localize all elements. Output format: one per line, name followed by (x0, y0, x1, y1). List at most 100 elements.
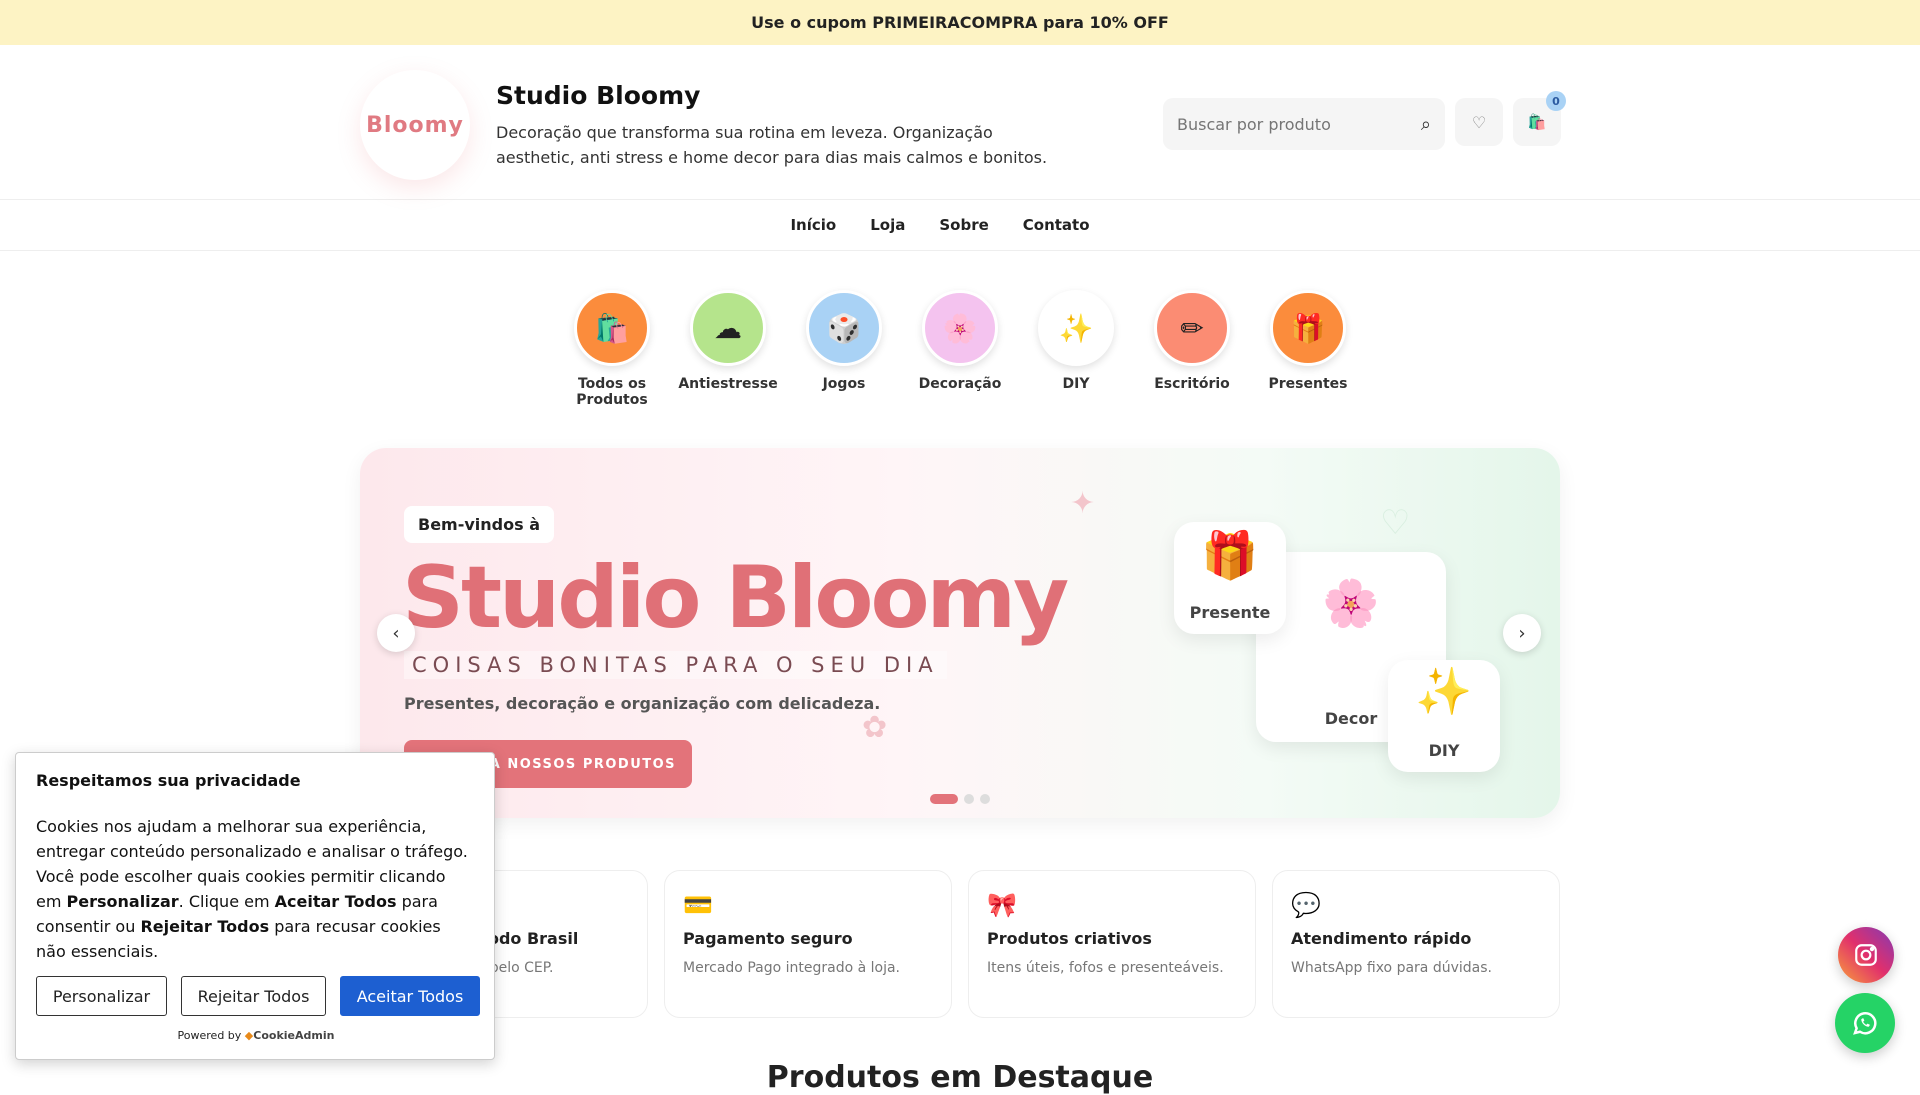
category-label: Decoração (918, 376, 1002, 392)
nav-item-sobre[interactable]: Sobre (939, 216, 988, 234)
announcement-bar: Use o cupom PRIMEIRACOMPRA para 10% OFF (0, 0, 1920, 45)
flower-decoration-icon: ✿ (862, 710, 888, 745)
shield-icon: ◆ (244, 1029, 254, 1042)
cookie-title: Respeitamos sua privacidade (36, 771, 301, 790)
cookie-text: . Clique em (178, 892, 275, 911)
feature-card: 💬 Atendimento rápido WhatsApp fixo para … (1272, 870, 1560, 1018)
nav-item-loja[interactable]: Loja (870, 216, 905, 234)
site-header: Bloomy Studio Bloomy Decoração que trans… (0, 45, 1920, 200)
cookie-customize-button[interactable]: Personalizar (36, 976, 167, 1016)
gift-icon: 🎁 (1270, 290, 1346, 366)
hero-title: Studio Bloomy (402, 548, 1069, 648)
category-label: Antiestresse (678, 376, 778, 392)
feature-title: Produtos criativos (987, 929, 1152, 948)
cart-button[interactable]: 🛍️ 0 (1513, 91, 1566, 146)
feature-desc: WhatsApp fixo para dúvidas. (1291, 960, 1492, 976)
main-nav: Início Loja Sobre Contato (0, 200, 1920, 251)
search-box: ⌕ (1163, 98, 1445, 150)
shopping-bag-icon: 🛍️ (1527, 113, 1547, 131)
instagram-button[interactable] (1838, 927, 1894, 983)
category-todos[interactable]: 🛍️ Todos os Produtos (554, 290, 670, 408)
cookie-body: Cookies nos ajudam a melhorar sua experi… (36, 814, 474, 964)
powered-by-brand[interactable]: CookieAdmin (253, 1029, 334, 1042)
sparkle-decoration-icon: ✦ (1070, 486, 1096, 521)
feature-desc: Mercado Pago integrado à loja. (683, 960, 901, 976)
cookie-consent-banner: Respeitamos sua privacidade Cookies nos … (15, 752, 495, 1060)
hero-tagline: COISAS BONITAS PARA O SEU DIA (404, 651, 947, 679)
whatsapp-button[interactable] (1835, 993, 1895, 1053)
category-label: Jogos (822, 376, 866, 392)
feature-card: 🎀 Produtos criativos Itens úteis, fofos … (968, 870, 1256, 1018)
flower-icon: 🌸 (1322, 576, 1380, 630)
category-antiestresse[interactable]: ☁ Antiestresse (670, 290, 786, 408)
chat-bubble-icon: 💬 (1291, 891, 1321, 919)
site-title: Studio Bloomy (496, 81, 701, 110)
slider-dot-2[interactable] (964, 794, 974, 804)
cookie-powered-by: Powered by ◆CookieAdmin (16, 1029, 496, 1042)
category-list: 🛍️ Todos os Produtos ☁ Antiestresse 🎲 Jo… (0, 290, 1920, 408)
category-label: Escritório (1154, 376, 1230, 392)
cookie-text-bold: Personalizar (66, 892, 179, 911)
dice-icon: 🎲 (806, 290, 882, 366)
hero-banner: ✦ ♡ ✿ Bem-vindos à Studio Bloomy COISAS … (360, 448, 1560, 818)
cart-count-badge: 0 (1546, 91, 1566, 111)
hero-card-label: DIY (1428, 741, 1460, 760)
credit-card-icon: 💳 (683, 891, 713, 919)
hero-card-label: Decor (1324, 709, 1378, 728)
hero-welcome-badge: Bem-vindos à (404, 506, 554, 543)
category-presentes[interactable]: 🎁 Presentes (1250, 290, 1366, 408)
sparkles-icon: ✨ (1415, 664, 1473, 718)
category-label: DIY (1062, 376, 1090, 392)
sparkles-icon: ✨ (1038, 290, 1114, 366)
logo-text: Bloomy (366, 112, 464, 138)
category-jogos[interactable]: 🎲 Jogos (786, 290, 902, 408)
instagram-icon (1855, 944, 1877, 966)
cookie-reject-button[interactable]: Rejeitar Todos (181, 976, 326, 1016)
powered-by-label: Powered by (177, 1029, 242, 1042)
hero-card-diy: ✨ DIY (1388, 660, 1500, 772)
feature-title: Atendimento rápido (1291, 929, 1472, 948)
logo[interactable]: Bloomy (360, 70, 470, 180)
category-escritorio[interactable]: ✏ Escritório (1134, 290, 1250, 408)
heart-decoration-icon: ♡ (1380, 503, 1411, 543)
search-icon[interactable]: ⌕ (1421, 114, 1431, 135)
chevron-right-icon: › (1518, 622, 1526, 644)
cookie-buttons: Personalizar Rejeitar Todos Aceitar Todo… (36, 976, 480, 1016)
cloud-icon: ☁ (690, 290, 766, 366)
category-label: Presentes (1268, 376, 1348, 392)
hero-next-button[interactable]: › (1503, 614, 1541, 652)
hero-subtitle: Presentes, decoração e organização com d… (404, 694, 881, 713)
cookie-text-bold: Rejeitar Todos (140, 917, 270, 936)
pencil-icon: ✏ (1154, 290, 1230, 366)
feature-title: Pagamento seguro (683, 929, 853, 948)
gift-icon: 🎁 (1201, 528, 1259, 582)
site-tagline: Decoração que transforma sua rotina em l… (496, 123, 1048, 167)
wishlist-button[interactable]: ♡ (1455, 98, 1503, 146)
chevron-left-icon: ‹ (392, 622, 400, 644)
brand-block: Studio Bloomy Decoração que transforma s… (496, 81, 1066, 170)
feature-desc: Itens úteis, fofos e presenteáveis. (987, 960, 1224, 976)
hero-card-label: Presente (1189, 603, 1271, 622)
slider-dot-3[interactable] (980, 794, 990, 804)
slider-dot-1[interactable] (930, 794, 958, 804)
heart-icon: ♡ (1471, 112, 1487, 132)
feature-list: 🚚 Envio para todo Brasil Frete calculado… (360, 870, 1560, 1018)
whatsapp-icon (1853, 1012, 1877, 1035)
slider-dots (360, 794, 1560, 804)
shopping-bag-icon: 🛍️ (574, 290, 650, 366)
nav-item-contato[interactable]: Contato (1023, 216, 1090, 234)
ribbon-icon: 🎀 (987, 891, 1017, 919)
announcement-text: Use o cupom PRIMEIRACOMPRA para 10% OFF (751, 13, 1169, 32)
cookie-text-bold: Aceitar Todos (274, 892, 397, 911)
flower-icon: 🌸 (922, 290, 998, 366)
hero-card-presente: 🎁 Presente (1174, 522, 1286, 634)
section-title: Produtos em Destaque (766, 1060, 1154, 1095)
category-diy[interactable]: ✨ DIY (1018, 290, 1134, 408)
hero-prev-button[interactable]: ‹ (377, 614, 415, 652)
feature-card: 💳 Pagamento seguro Mercado Pago integrad… (664, 870, 952, 1018)
cookie-accept-button[interactable]: Aceitar Todos (340, 976, 480, 1016)
category-label: Todos os Produtos (576, 376, 648, 408)
nav-item-inicio[interactable]: Início (790, 216, 836, 234)
category-decoracao[interactable]: 🌸 Decoração (902, 290, 1018, 408)
search-input[interactable] (1177, 114, 1421, 134)
